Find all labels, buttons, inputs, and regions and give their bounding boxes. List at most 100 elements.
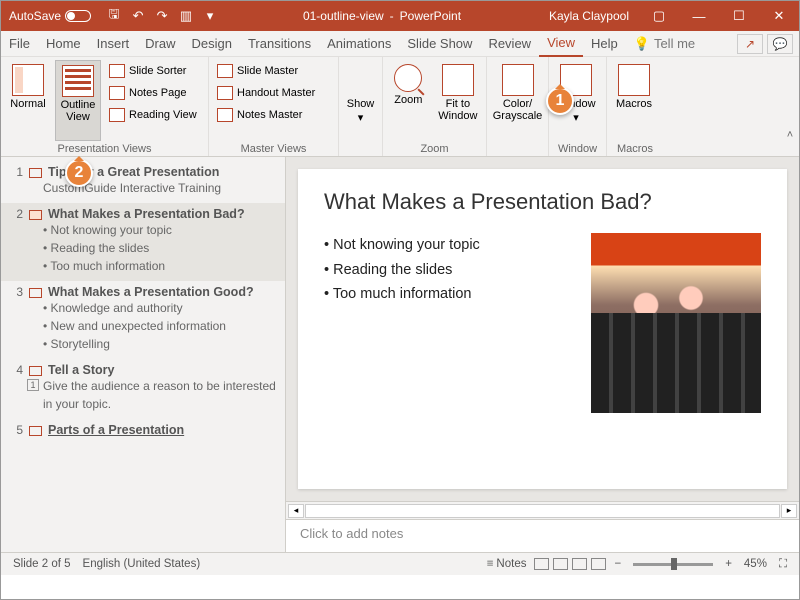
outline-slide-number: 5	[9, 423, 23, 437]
outline-bullet[interactable]: • Storytelling	[9, 335, 277, 353]
tell-me-label: Tell me	[654, 36, 695, 51]
scroll-left-icon[interactable]: ◂	[288, 504, 304, 518]
notes-page-label: Notes Page	[129, 87, 186, 99]
outline-slide-title[interactable]: What Makes a Presentation Bad?	[48, 207, 277, 221]
notes-toggle[interactable]: ≡Notes	[481, 553, 533, 576]
outline-pane[interactable]: 1Tips for a Great PresentationCustomGuid…	[1, 157, 286, 552]
notes-toggle-label: Notes	[496, 558, 526, 570]
minimize-icon[interactable]: —	[679, 1, 719, 31]
share-button[interactable]: ↗	[737, 34, 763, 54]
status-bar: Slide 2 of 5 English (United States) ≡No…	[1, 552, 799, 575]
outline-subtitle[interactable]: CustomGuide Interactive Training	[9, 179, 277, 197]
fit-to-window-button[interactable]: Fit to Window	[434, 60, 482, 141]
fit-to-window-icon	[442, 64, 474, 96]
scroll-track[interactable]	[305, 504, 780, 518]
slide-sorter-button[interactable]: Slide Sorter	[105, 60, 201, 82]
zoom-in-button[interactable]: +	[719, 553, 738, 576]
tab-home[interactable]: Home	[38, 31, 89, 57]
tell-me-search[interactable]: 💡Tell me	[626, 31, 703, 57]
slide-area: What Makes a Presentation Bad? • Not kno…	[286, 157, 799, 552]
notes-master-button[interactable]: Notes Master	[213, 104, 319, 126]
zoom-slider[interactable]	[633, 563, 713, 566]
slideshow-status-icon[interactable]	[591, 558, 606, 570]
undo-icon[interactable]: ↶	[131, 9, 145, 23]
outline-view-button[interactable]: Outline View	[55, 60, 101, 141]
outline-slide-number: 2	[9, 207, 23, 221]
tab-animations[interactable]: Animations	[319, 31, 399, 57]
outline-slide-title[interactable]: Tell a Story	[48, 363, 277, 377]
tab-review[interactable]: Review	[480, 31, 539, 57]
sorter-view-status-icon[interactable]	[553, 558, 568, 570]
horizontal-scrollbar[interactable]: ◂ ▸	[286, 501, 799, 519]
outline-slide-title[interactable]: Parts of a Presentation	[48, 423, 277, 437]
tab-design[interactable]: Design	[184, 31, 240, 57]
redo-icon[interactable]: ↷	[155, 9, 169, 23]
notes-pane[interactable]: Click to add notes	[286, 519, 799, 552]
macros-button[interactable]: Macros	[611, 60, 657, 141]
scroll-right-icon[interactable]: ▸	[781, 504, 797, 518]
reading-view-button[interactable]: Reading View	[105, 104, 201, 126]
normal-view-status-icon[interactable]	[534, 558, 549, 570]
outline-bullet[interactable]: • Reading the slides	[9, 239, 277, 257]
outline-bullet[interactable]: • Too much information	[9, 257, 277, 275]
language-status[interactable]: English (United States)	[77, 553, 207, 576]
outline-slide[interactable]: 2 What Makes a Presentation Bad?• Not kno…	[1, 203, 285, 281]
outline-slide[interactable]: 5 Parts of a Presentation	[1, 419, 285, 443]
tab-draw[interactable]: Draw	[137, 31, 183, 57]
tab-insert[interactable]: Insert	[89, 31, 138, 57]
zoom-out-button[interactable]: −	[608, 553, 627, 576]
comments-button[interactable]: 💬	[767, 34, 793, 54]
work-area: 1Tips for a Great PresentationCustomGuid…	[1, 157, 799, 552]
normal-view-button[interactable]: Normal	[5, 60, 51, 141]
tab-view[interactable]: View	[539, 31, 583, 57]
slide[interactable]: What Makes a Presentation Bad? • Not kno…	[298, 169, 787, 489]
handout-master-button[interactable]: Handout Master	[213, 82, 319, 104]
callout-1: 1	[546, 87, 574, 115]
start-slideshow-icon[interactable]: ▥	[179, 9, 193, 23]
document-name: 01-outline-view	[303, 9, 384, 23]
zoom-group-label: Zoom	[387, 141, 482, 155]
outline-subtitle[interactable]: Give the audience a reason to be interes…	[9, 377, 277, 413]
outline-bullet[interactable]: • New and unexpected information	[9, 317, 277, 335]
slide-master-button[interactable]: Slide Master	[213, 60, 319, 82]
zoom-button[interactable]: Zoom	[387, 60, 430, 141]
notes-master-label: Notes Master	[237, 109, 302, 121]
show-button[interactable]: Show▾	[343, 60, 378, 153]
macros-group-label: Macros	[611, 141, 659, 155]
color-grayscale-button[interactable]: Color/ Grayscale	[491, 60, 544, 153]
save-icon[interactable]: 🖫	[107, 9, 121, 23]
outline-slide-title[interactable]: What Makes a Presentation Good?	[48, 285, 277, 299]
ribbon-options-icon[interactable]: ▢	[639, 1, 679, 31]
title-separator: -	[390, 9, 394, 23]
outline-slide[interactable]: 3What Makes a Presentation Good?• Knowle…	[1, 281, 285, 359]
reading-view-status-icon[interactable]	[572, 558, 587, 570]
master-views-group-label: Master Views	[213, 141, 334, 155]
maximize-icon[interactable]: ☐	[719, 1, 759, 31]
outline-slide[interactable]: 1Tips for a Great PresentationCustomGuid…	[1, 161, 285, 203]
outline-bullet[interactable]: • Not knowing your topic	[9, 221, 277, 239]
fit-slide-icon[interactable]: ⛶	[773, 553, 793, 576]
tab-file[interactable]: File	[1, 31, 38, 57]
chevron-down-icon: ▾	[573, 112, 579, 124]
autosave-toggle[interactable]: AutoSave	[1, 9, 99, 23]
close-icon[interactable]: ✕	[759, 1, 799, 31]
zoom-level[interactable]: 45%	[738, 553, 773, 576]
chevron-down-icon[interactable]: ▾	[203, 9, 217, 23]
collapse-ribbon-icon[interactable]: ˄	[783, 129, 797, 143]
tab-slideshow[interactable]: Slide Show	[399, 31, 480, 57]
tab-help[interactable]: Help	[583, 31, 626, 57]
notes-page-icon	[109, 86, 125, 100]
notes-page-button[interactable]: Notes Page	[105, 82, 201, 104]
window-title: 01-outline-view - PowerPoint	[225, 9, 539, 23]
outline-slide[interactable]: 4Tell a StoryGive the audience a reason …	[1, 359, 285, 419]
outline-level-indicator: 1	[27, 379, 39, 391]
outline-view-label: Outline View	[56, 99, 100, 123]
slide-counter[interactable]: Slide 2 of 5	[7, 553, 77, 576]
slide-bullet: • Not knowing your topic	[324, 233, 480, 258]
outline-bullet[interactable]: • Knowledge and authority	[9, 299, 277, 317]
user-name[interactable]: Kayla Claypool	[539, 9, 639, 23]
zoom-icon	[394, 64, 422, 92]
tab-transitions[interactable]: Transitions	[240, 31, 319, 57]
slide-master-icon	[217, 64, 233, 78]
notes-icon: ≡	[487, 558, 494, 570]
